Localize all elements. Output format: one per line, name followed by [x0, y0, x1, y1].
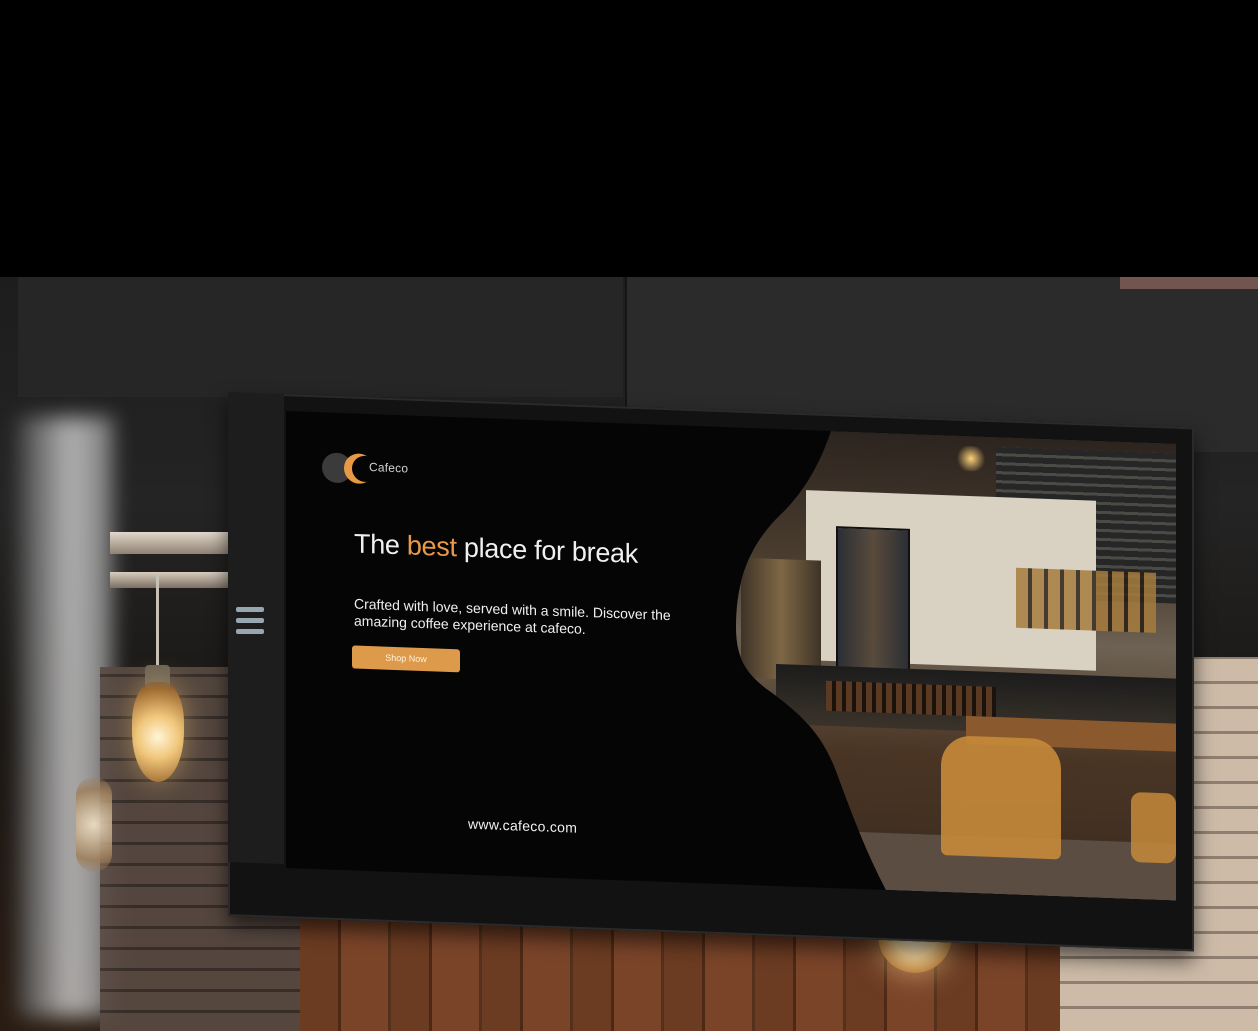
- shop-now-button[interactable]: Shop Now: [352, 645, 460, 673]
- tagline: Crafted with love, served with a smile. …: [354, 595, 671, 637]
- edison-bulb: [132, 682, 184, 782]
- website-url: www.cafeco.com: [468, 815, 578, 836]
- headline: The best place for break: [354, 528, 638, 569]
- shelf-bar: [110, 572, 235, 588]
- window-light: [18, 417, 113, 1017]
- cafe-scene-image: [736, 428, 1176, 901]
- brand-name: Cafeco: [369, 460, 409, 476]
- ceiling-panel: [18, 277, 623, 397]
- tv-vent-icon: [236, 607, 264, 640]
- shelf-bar: [110, 532, 235, 554]
- lamp-cord: [156, 575, 159, 667]
- blurred-bulb: [76, 777, 112, 872]
- headline-accent: best: [406, 530, 457, 563]
- ceiling-light-strip: [1120, 277, 1258, 289]
- tv-screen: Cafeco The best place for break Crafted …: [286, 411, 1176, 901]
